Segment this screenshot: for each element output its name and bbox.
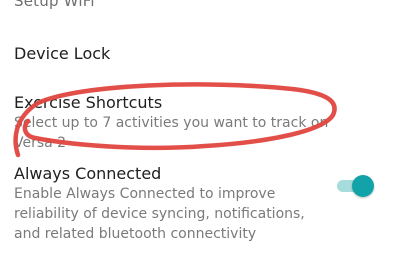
toggle-thumb — [352, 175, 374, 197]
always-connected-desc-line-2: reliability of device syncing, notificat… — [14, 206, 305, 222]
setup-wifi-item[interactable]: Setup WiFi — [14, 0, 95, 10]
always-connected-desc-line-3: and related bluetooth connectivity — [14, 226, 257, 242]
device-lock-item[interactable]: Device Lock — [14, 44, 110, 64]
exercise-shortcuts-desc-line-2: Versa 2 — [14, 135, 67, 151]
always-connected-item[interactable]: Always Connected Enable Always Connected… — [14, 164, 305, 244]
device-lock-title: Device Lock — [14, 44, 111, 63]
always-connected-title: Always Connected — [14, 164, 162, 183]
exercise-shortcuts-title: Exercise Shortcuts — [14, 93, 163, 112]
always-connected-toggle[interactable] — [337, 175, 374, 197]
setup-wifi-label: Setup WiFi — [14, 0, 95, 10]
always-connected-desc-line-1: Enable Always Connected to improve — [14, 186, 276, 202]
exercise-shortcuts-item[interactable]: Exercise Shortcuts Select up to 7 activi… — [14, 93, 328, 153]
exercise-shortcuts-desc-line-1: Select up to 7 activities you want to tr… — [14, 115, 329, 131]
